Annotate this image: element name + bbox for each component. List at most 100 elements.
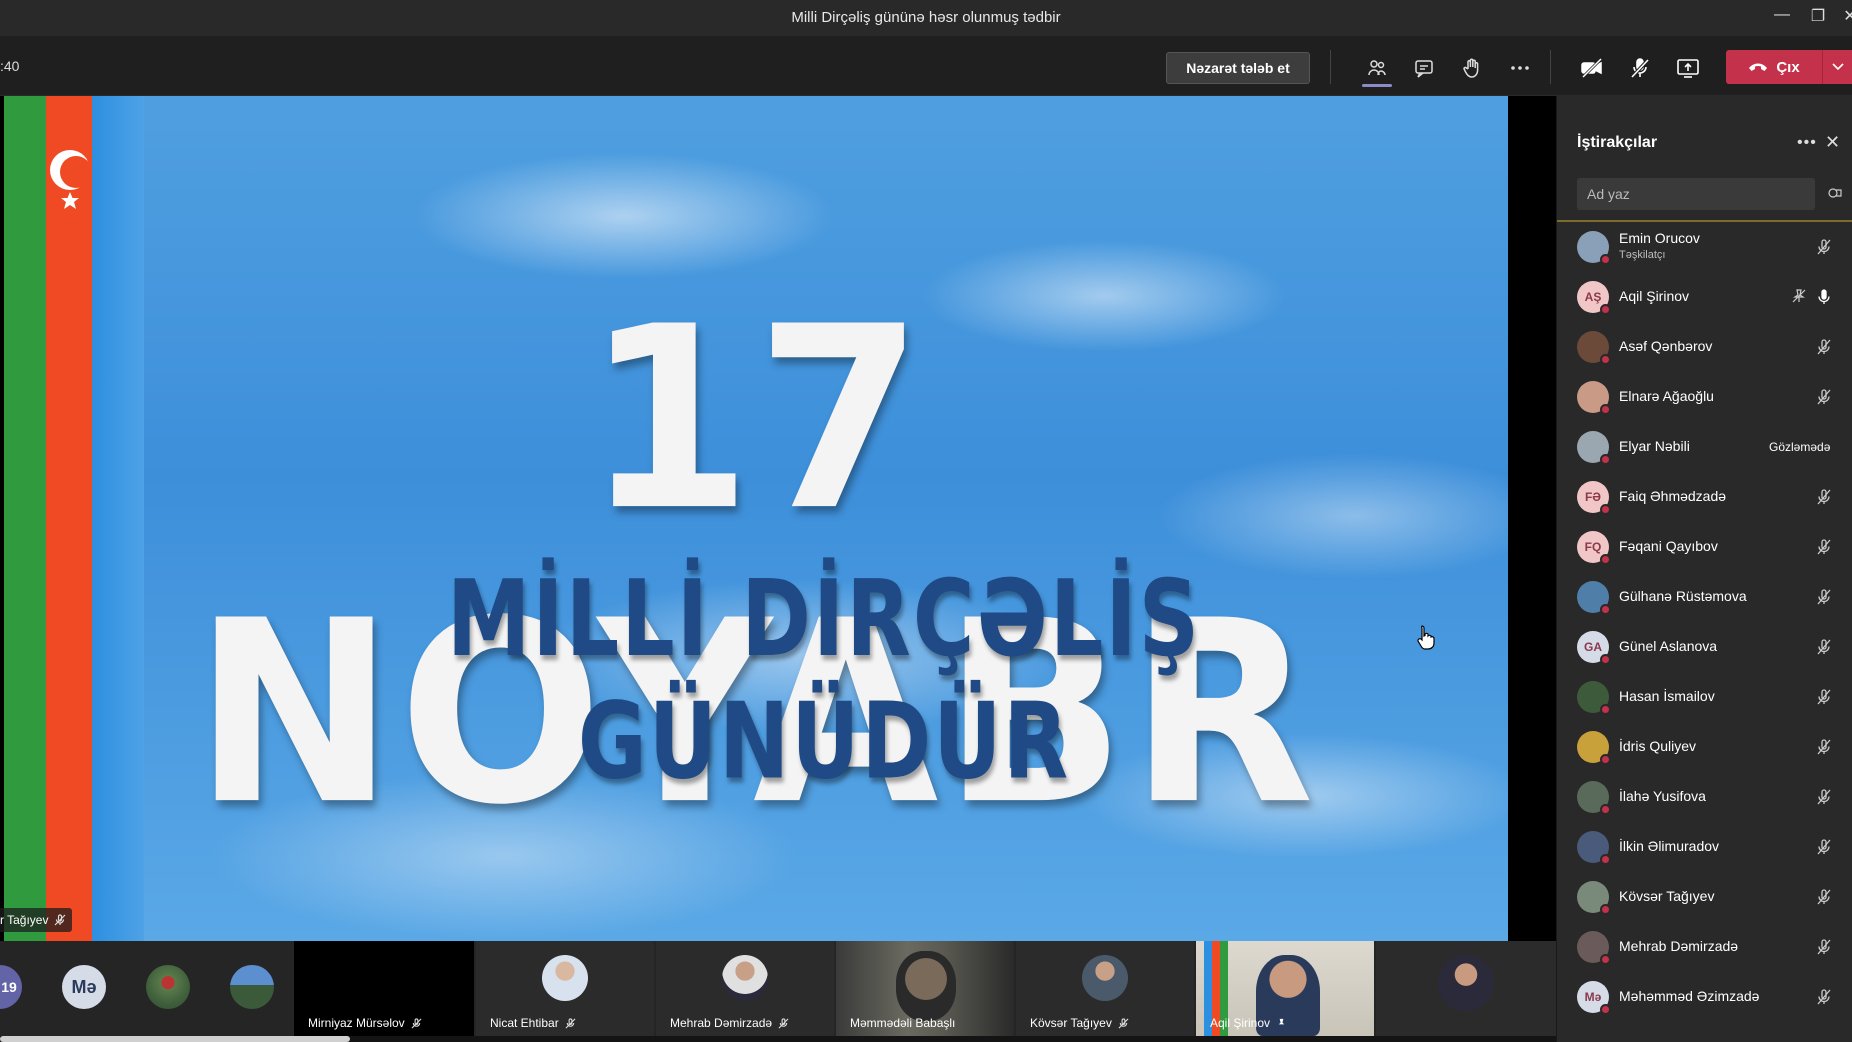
mic-off-icon[interactable] (1626, 54, 1654, 82)
mic-muted-icon (1815, 738, 1835, 758)
presence-dot (1600, 354, 1611, 365)
participant-name: Emin Orucov (1619, 230, 1700, 246)
participant-row[interactable]: FQ Fəqani Qayıbov (1557, 522, 1852, 572)
presence-dot (1600, 504, 1611, 515)
participant-name: Günel Aslanova (1619, 638, 1718, 654)
leave-options-button[interactable] (1822, 50, 1852, 84)
participant-row[interactable]: İlkin Əlimuradov (1557, 822, 1852, 872)
participant-thumbnail[interactable] (146, 965, 190, 1009)
participant-row[interactable]: Elnarə Ağaoğlu (1557, 372, 1852, 422)
video-tile[interactable]: Aqil Şirinov (1196, 941, 1374, 1036)
mic-muted-icon (411, 1017, 422, 1028)
mic-muted-icon (1815, 588, 1835, 608)
mic-muted-icon (1815, 538, 1835, 558)
mic-muted-icon (55, 914, 66, 926)
participant-avatar (1577, 431, 1611, 465)
mic-muted-icon (565, 1017, 576, 1028)
participant-avatar: FƏ (1577, 481, 1611, 515)
hand-cursor-icon (1417, 625, 1435, 650)
initials-avatar[interactable]: Mə (62, 965, 106, 1009)
participant-row[interactable]: FƏ Faiq Əhmədzadə (1557, 472, 1852, 522)
presence-dot (1600, 404, 1611, 415)
participant-row[interactable]: Mehrab Dəmirzadə (1557, 922, 1852, 972)
share-screen-icon[interactable] (1674, 54, 1702, 82)
participant-name: Aqil Şirinov (1619, 288, 1690, 304)
scrollbar-thumb[interactable] (0, 1036, 350, 1042)
participant-avatar (1577, 931, 1611, 965)
video-tile[interactable]: Məmmədəli Babaşlı (836, 941, 1014, 1036)
participant-avatar (1577, 881, 1611, 915)
participant-avatar (1577, 581, 1611, 615)
close-window-icon[interactable]: ✕ (1838, 6, 1852, 26)
strip-scrollbar[interactable] (0, 1036, 1556, 1042)
panel-close-icon[interactable]: ✕ (1825, 132, 1840, 153)
camera-off-icon[interactable] (1578, 54, 1606, 82)
restore-icon[interactable]: ❐ (1806, 6, 1830, 26)
presence-dot (1600, 1004, 1611, 1015)
participant-list: Emin Orucov Təşkilatçı AŞ Aqil Şirinov Asəf … (1557, 220, 1852, 1042)
participant-row[interactable]: Emin Orucov Təşkilatçı (1557, 222, 1852, 272)
panel-title: İştirakçılar (1577, 134, 1658, 151)
mic-muted-icon (1815, 388, 1835, 408)
leave-button[interactable]: Çıx (1726, 50, 1822, 84)
mic-muted-icon (1815, 788, 1835, 808)
participant-avatar (1577, 331, 1611, 365)
participant-row[interactable]: GA Günel Aslanova (1557, 622, 1852, 672)
participant-avatar: FQ (1577, 531, 1611, 565)
participant-role: Təşkilatçı (1619, 249, 1666, 261)
title-bar: Milli Dirçəliş gününə həsr olunmuş tədbi… (0, 0, 1852, 36)
participant-name: Faiq Əhmədzadə (1619, 488, 1727, 504)
participant-avatar (1577, 681, 1611, 715)
presence-dot (1600, 704, 1611, 715)
participant-row[interactable]: Mə Məhəmməd Əzimzadə (1557, 972, 1852, 1022)
participant-row[interactable]: Kövsər Tağıyev (1557, 872, 1852, 922)
participant-row[interactable]: AŞ Aqil Şirinov (1557, 272, 1852, 322)
participant-row[interactable]: Asəf Qənbərov (1557, 322, 1852, 372)
share-invite-icon[interactable] (1827, 186, 1843, 200)
presence-dot (1600, 554, 1611, 565)
participant-name: Hasan İsmailov (1619, 688, 1715, 704)
minimize-icon[interactable]: — (1770, 6, 1794, 24)
participant-name: İlkin Əlimuradov (1619, 838, 1720, 854)
participant-avatar (1577, 381, 1611, 415)
headline-subtitle: MİLLİ DİRÇƏLİŞ GÜNÜDÜR (446, 557, 1202, 803)
participant-row[interactable]: Elyar Nəbili Gözləmədə (1557, 422, 1852, 472)
video-tile[interactable]: Mirniyaz Mürsəlov (294, 941, 474, 1036)
meeting-toolbar: :40 Nəzarət tələb et Çıx (0, 36, 1852, 96)
video-tile[interactable]: Kövsər Tağıyev (1016, 941, 1194, 1036)
presence-dot (1600, 254, 1611, 265)
panel-more-icon[interactable]: ••• (1797, 134, 1817, 152)
presence-dot (1600, 854, 1611, 865)
video-tile[interactable]: Nicat Ehtibar (476, 941, 654, 1036)
toolbar-divider (1330, 50, 1331, 84)
participant-avatar (1577, 731, 1611, 765)
participants-panel: İştirakçılar ••• ✕ Emin Orucov Təşkilatçı… (1556, 96, 1852, 1042)
leave-label: Çıx (1776, 58, 1800, 76)
tile-name-tag: Məmmədəli Babaşlı (850, 1016, 956, 1030)
overflow-count-badge[interactable]: 19 (0, 965, 22, 1009)
participant-row[interactable]: Gülhanə Rüstəmova (1557, 572, 1852, 622)
video-tile[interactable] (1376, 941, 1556, 1036)
mic-on-icon (1815, 288, 1835, 308)
participant-row[interactable]: Hasan İsmailov (1557, 672, 1852, 722)
people-icon[interactable] (1363, 54, 1391, 82)
mic-muted-icon (1815, 888, 1835, 908)
participant-avatar: GA (1577, 631, 1611, 665)
participant-name: Elnarə Ağaoğlu (1619, 388, 1714, 404)
participant-row[interactable]: İdris Quliyev (1557, 722, 1852, 772)
participant-thumbnail[interactable] (230, 965, 274, 1009)
presence-dot (1600, 804, 1611, 815)
presence-dot (1600, 754, 1611, 765)
mic-muted-icon (1815, 838, 1835, 858)
raise-hand-icon[interactable] (1458, 54, 1486, 82)
participant-row[interactable]: İlahə Yusifova (1557, 772, 1852, 822)
chevron-down-icon (1831, 63, 1844, 71)
more-actions-icon[interactable] (1506, 54, 1534, 82)
tile-name-tag: Nicat Ehtibar (490, 1016, 576, 1030)
video-tile[interactable]: Mehrab Dəmirzadə (656, 941, 834, 1036)
pin-icon (1278, 1018, 1285, 1028)
request-control-button[interactable]: Nəzarət tələb et (1166, 52, 1310, 84)
unpin-icon[interactable] (1791, 288, 1811, 308)
participant-search-input[interactable] (1577, 178, 1815, 210)
chat-icon[interactable] (1410, 54, 1438, 82)
